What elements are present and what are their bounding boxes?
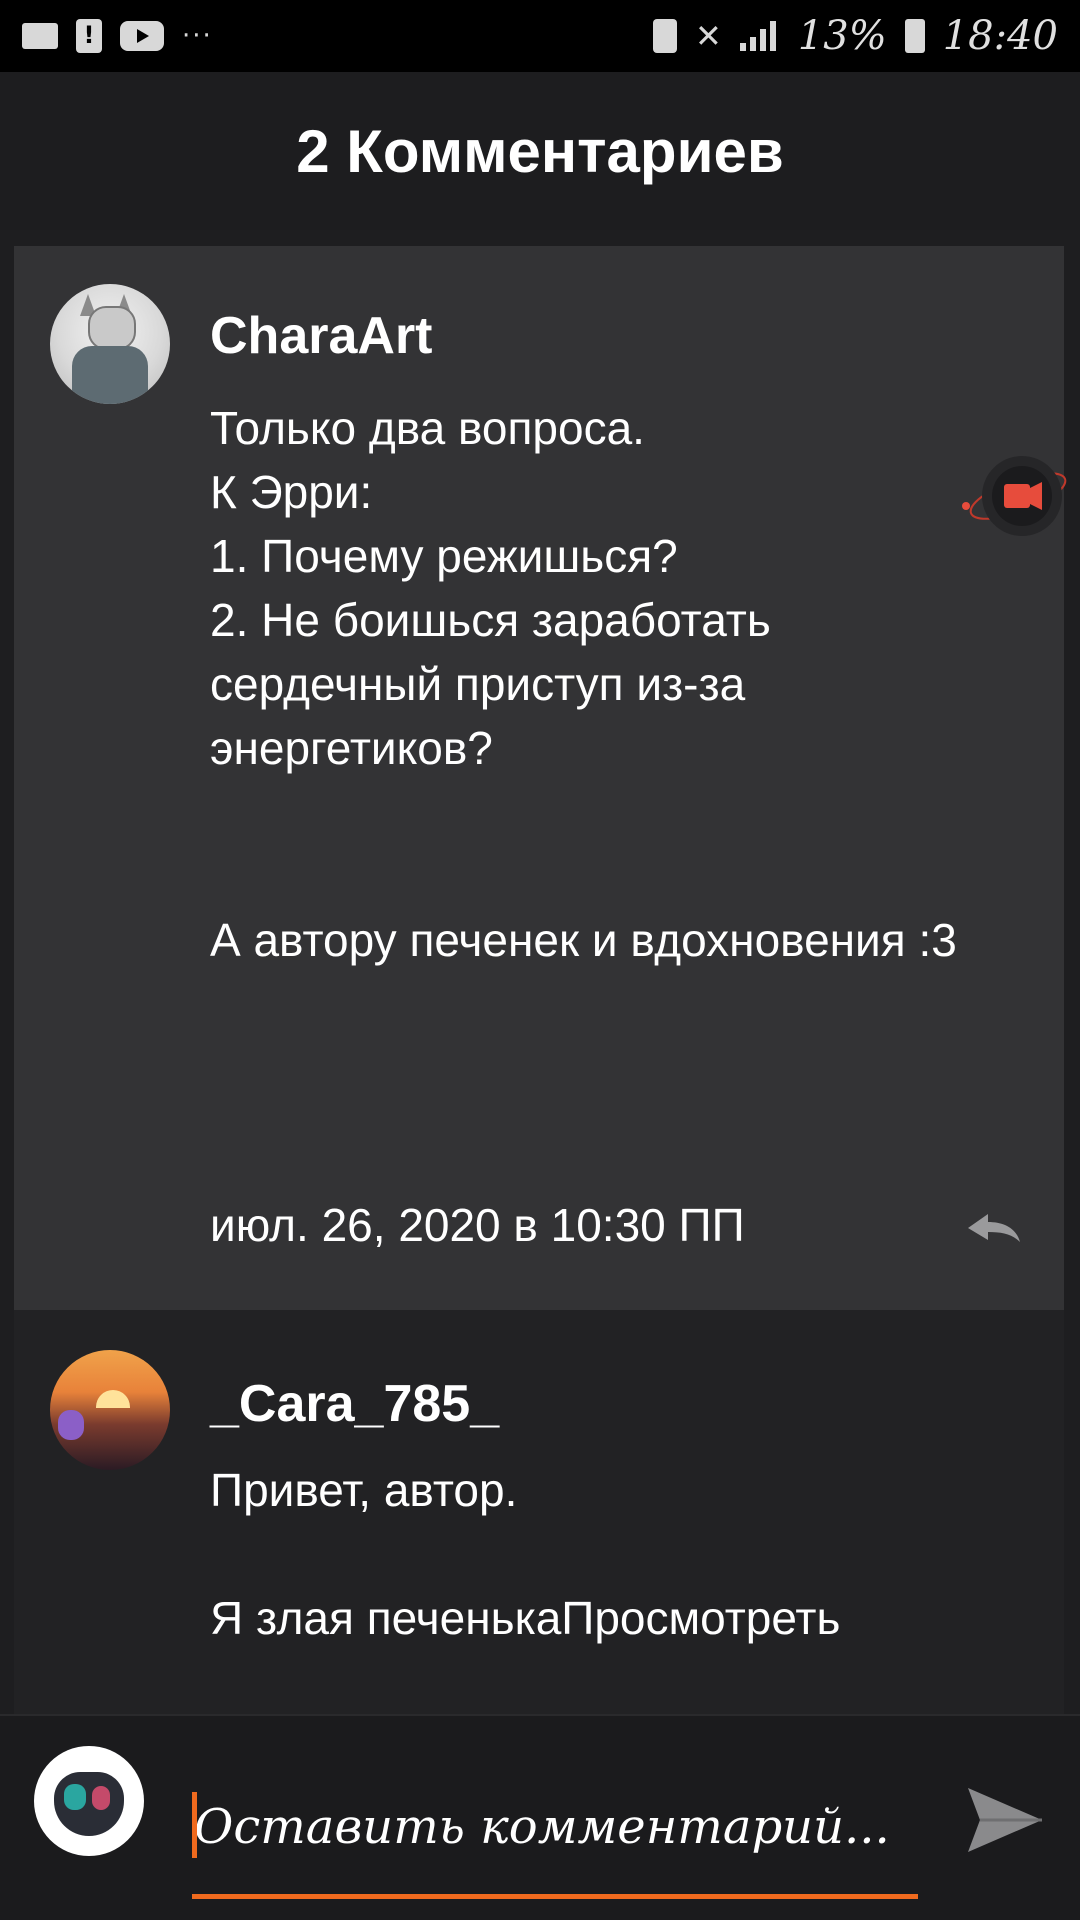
avatar-art — [58, 1410, 84, 1440]
comment-timestamp: июл. 26, 2020 в 10:30 ПП — [210, 1199, 745, 1251]
battery-saver-icon — [653, 19, 677, 53]
status-bar: ··· ✕ 13% 18:40 — [0, 0, 1080, 72]
battery-percent: 13% — [797, 13, 887, 59]
comment-list[interactable]: CharaArt Только два вопроса. К Эрри: 1. … — [14, 246, 1064, 1714]
text-cursor — [192, 1792, 197, 1858]
folder-icon — [22, 23, 58, 49]
comment-username[interactable]: _Cara_785_ — [210, 1374, 499, 1434]
signal-icon — [739, 21, 780, 51]
header: 2 Комментариев — [0, 72, 1080, 230]
system-icons: ✕ 13% 18:40 — [653, 13, 1058, 59]
my-avatar[interactable] — [34, 1746, 144, 1856]
avatar[interactable] — [50, 1350, 170, 1470]
input-underline — [192, 1894, 918, 1899]
page-title: 2 Комментариев — [296, 117, 784, 185]
avatar-art — [64, 1784, 86, 1810]
mute-icon: ✕ — [695, 17, 722, 55]
comment-item[interactable]: _Cara_785_ Привет, автор. Я злая печеньк… — [14, 1310, 1064, 1714]
avatar-art — [88, 306, 136, 350]
more-icon: ··· — [182, 21, 213, 51]
comment-body: Только два вопроса. К Эрри: 1. Почему ре… — [210, 402, 957, 966]
alert-icon — [76, 19, 102, 53]
video-icon — [120, 21, 164, 51]
battery-icon — [904, 19, 925, 53]
clock: 18:40 — [942, 13, 1058, 59]
comment-item[interactable]: CharaArt Только два вопроса. К Эрри: 1. … — [14, 246, 1064, 1310]
avatar-art — [72, 346, 148, 404]
notification-icons: ··· — [22, 19, 213, 53]
comment-input[interactable] — [192, 1786, 916, 1868]
avatar[interactable] — [50, 284, 170, 404]
comment-username[interactable]: CharaArt — [210, 306, 433, 366]
send-icon[interactable] — [962, 1780, 1046, 1860]
comment-input-bar — [0, 1714, 1080, 1920]
avatar-art — [92, 1786, 110, 1810]
avatar-art — [96, 1390, 130, 1408]
comment-body: Привет, автор. Я злая печенькаПросмотрет… — [210, 1464, 841, 1644]
reply-icon[interactable] — [964, 1208, 1024, 1248]
screen-record-icon[interactable] — [960, 448, 1070, 544]
